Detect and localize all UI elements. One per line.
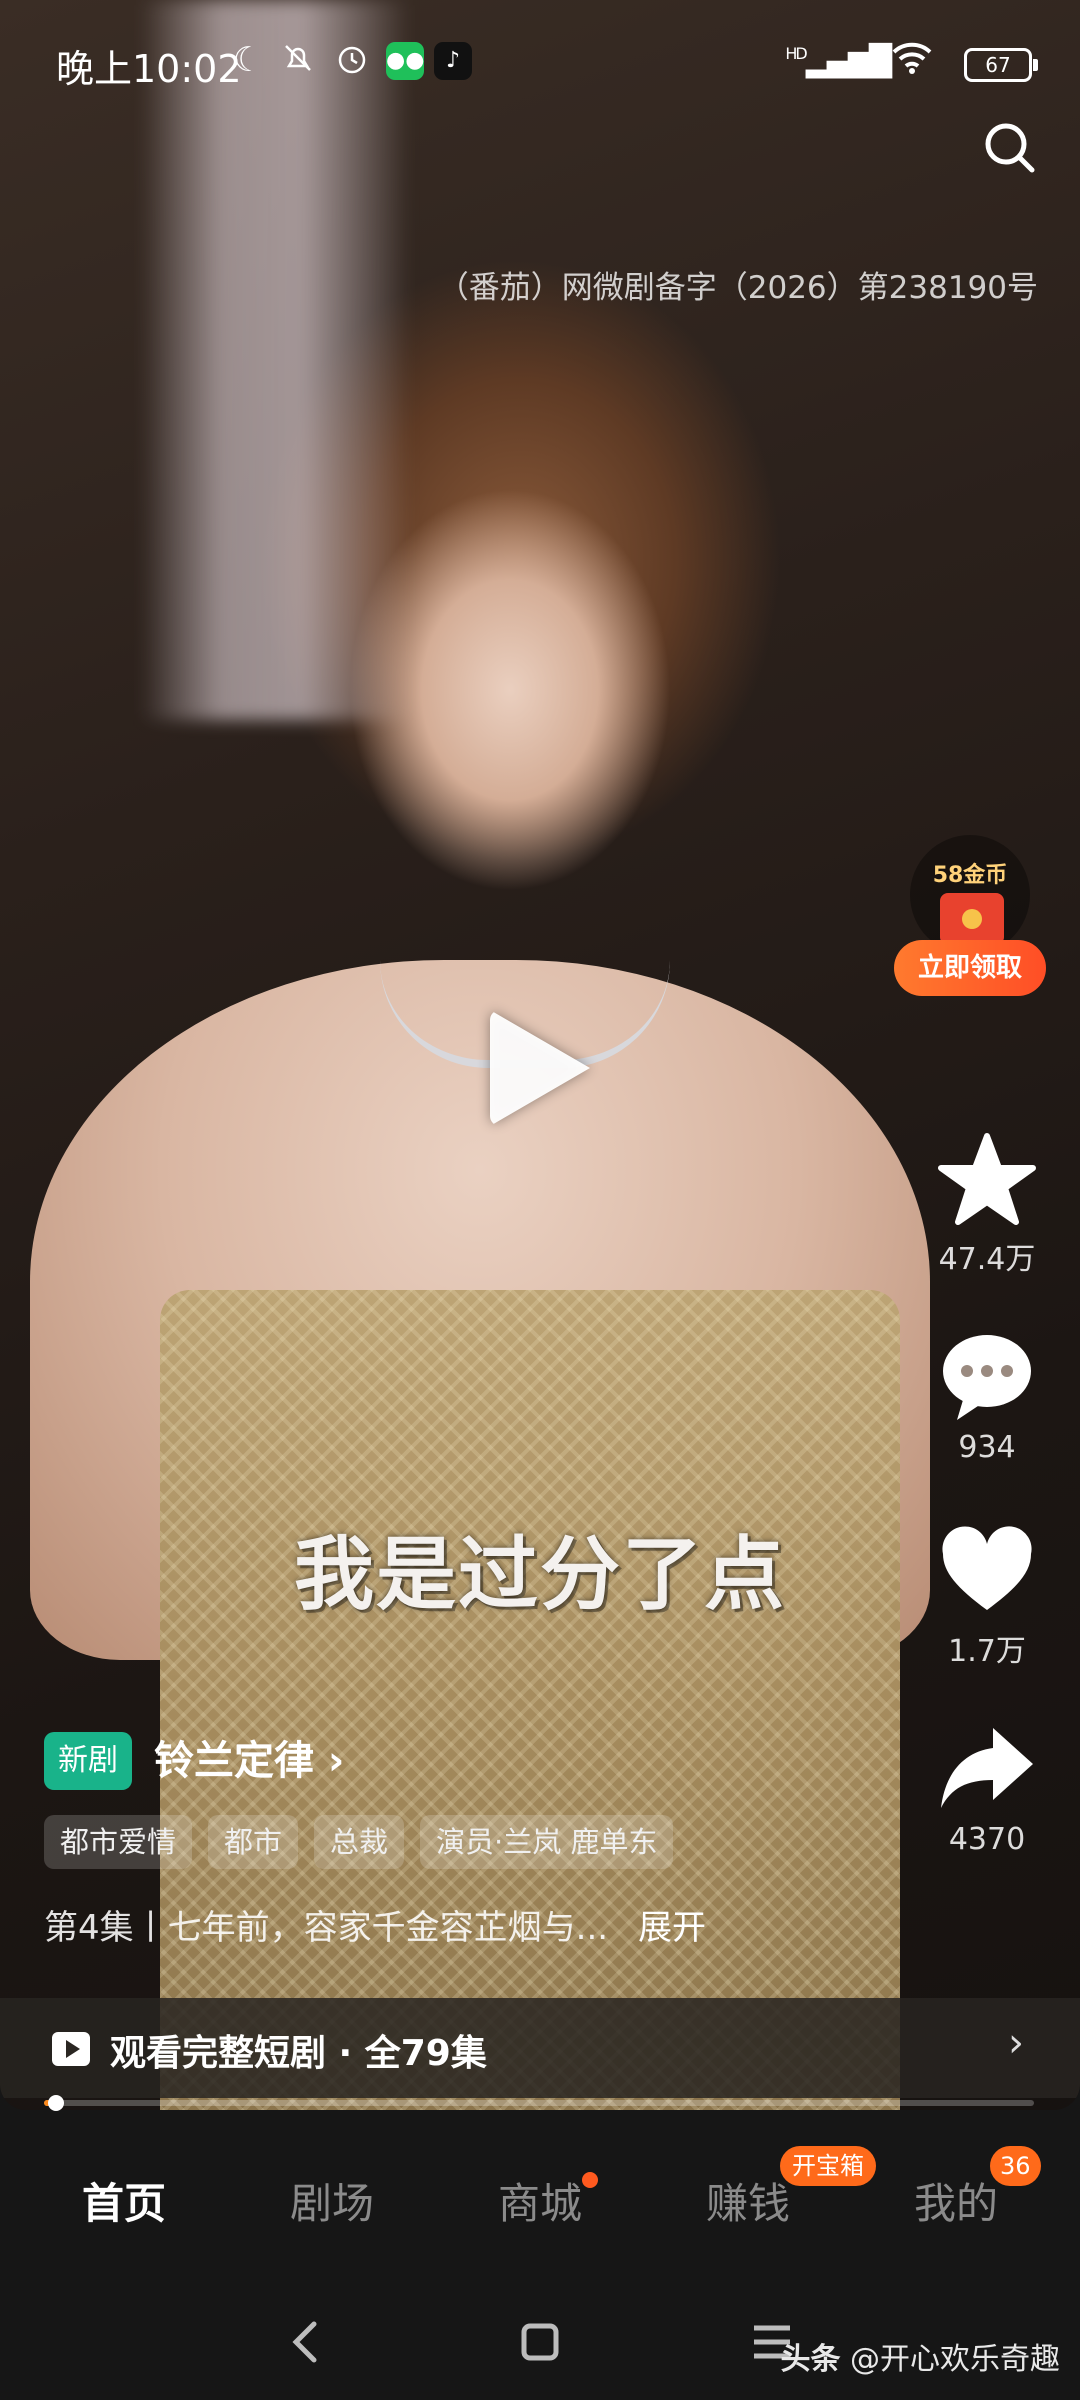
watermark-brand: 头条 (780, 2342, 841, 2377)
coin-reward-widget[interactable]: 58金币 立即领取 (894, 835, 1046, 1001)
source-watermark: 头条 @开心欢乐奇趣 (780, 2334, 1060, 2378)
license-text: （番茄）网微剧备字（2026）第238190号 (437, 270, 1038, 306)
tag-chip[interactable]: 演员·兰岚 鹿单东 (420, 1815, 674, 1869)
me-count-badge: 36 (990, 2146, 1041, 2186)
tab-home[interactable]: 首页 (24, 2170, 224, 2231)
status-bar: 晚上10:02 ☾ ●● ♪ HD▂▄▆█ 67 (0, 0, 1080, 125)
star-icon[interactable] (937, 1130, 1037, 1230)
tiktok-icon: ♪ (434, 42, 472, 80)
expand-link[interactable]: 展开 (638, 1908, 706, 1948)
video-player[interactable]: 晚上10:02 ☾ ●● ♪ HD▂▄▆█ 67 （番茄）网微剧备字（2026）… (0, 0, 1080, 2110)
home-icon[interactable] (510, 2312, 570, 2372)
chevron-right-icon: › (1008, 2020, 1024, 2066)
tab-mall[interactable]: 商城 (440, 2170, 640, 2231)
video-subject-dress (160, 1290, 900, 2110)
bottom-tab-bar: 首页 剧场 商城 赚钱 开宝箱 我的 36 (0, 2120, 1080, 2290)
comment-icon[interactable] (937, 1326, 1037, 1426)
favorite-action[interactable]: 47.4万 (922, 1130, 1052, 1278)
tab-theater[interactable]: 剧场 (232, 2170, 432, 2231)
red-envelope-icon (940, 893, 1004, 945)
coin-amount: 58金币 (932, 863, 1008, 888)
playback-progress-bar[interactable] (44, 2095, 1034, 2111)
mute-bell-icon (278, 40, 318, 80)
episode-description: 第4集丨七年前，容家千金容芷烟与... 展开 (44, 1900, 706, 1949)
share-count: 4370 (948, 1822, 1026, 1857)
favorite-count: 47.4万 (938, 1242, 1036, 1277)
share-action[interactable]: 4370 (922, 1718, 1052, 1857)
watermark-handle: @开心欢乐奇趣 (850, 2342, 1060, 2377)
mall-notification-dot (582, 2172, 598, 2188)
progress-handle[interactable] (48, 2095, 64, 2111)
search-icon[interactable] (980, 118, 1040, 178)
claim-button[interactable]: 立即领取 (894, 940, 1046, 996)
drama-title-link[interactable]: 铃兰定律 › (154, 1732, 344, 1790)
share-icon[interactable] (937, 1718, 1037, 1818)
alarm-icon (332, 40, 372, 80)
description-text: 第4集丨七年前，容家千金容芷烟与... (44, 1908, 609, 1948)
play-icon[interactable] (490, 1010, 590, 1126)
video-subtitle: 我是过分了点 (294, 1528, 786, 1621)
full-series-label: 观看完整短剧 · 全79集 (110, 2033, 487, 2074)
wechat-icon: ●● (386, 42, 424, 80)
back-icon[interactable] (276, 2312, 336, 2372)
system-nav-bar: 头条 @开心欢乐奇趣 (0, 2290, 1080, 2400)
play-square-icon (52, 2032, 90, 2066)
tag-list: 都市爱情 都市 总裁 演员·兰岚 鹿单东 (44, 1815, 674, 1869)
tag-chip[interactable]: 总裁 (314, 1815, 405, 1869)
like-count: 1.7万 (948, 1634, 1026, 1669)
tag-chip[interactable]: 都市 (208, 1815, 299, 1869)
status-time: 晚上10:02 (56, 47, 242, 91)
watch-full-series-bar[interactable]: 观看完整短剧 · 全79集 › (0, 1998, 1080, 2098)
comment-count: 934 (958, 1430, 1016, 1465)
tag-chip[interactable]: 都市爱情 (44, 1815, 193, 1869)
battery-icon: 67 (964, 48, 1038, 82)
signal-icon: HD▂▄▆█ (785, 44, 892, 79)
new-drama-badge: 新剧 (44, 1732, 132, 1790)
wifi-icon (892, 40, 932, 83)
comment-action[interactable]: 934 (922, 1326, 1052, 1465)
moon-icon: ☾ (232, 40, 264, 80)
